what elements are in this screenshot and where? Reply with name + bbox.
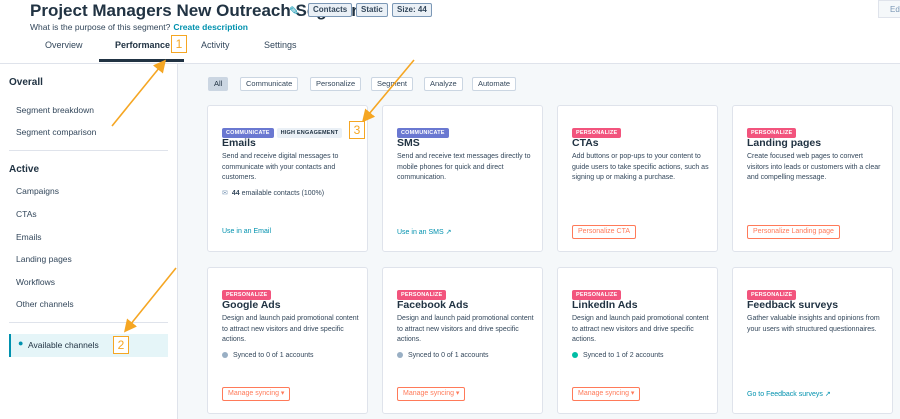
stat-text: emailable contacts (100%)	[241, 190, 325, 197]
manage-syncing-button[interactable]: Manage syncing ▾	[222, 387, 291, 401]
channel-card-sms: COMMUNICATE SMS Send and receive text me…	[382, 105, 543, 252]
card-title: CTAs	[572, 137, 599, 149]
channel-card-facebook-ads: PERSONALIZE Facebook Ads Design and laun…	[382, 267, 543, 414]
channels-panel: All Communicate Personalize Segment Anal…	[178, 64, 900, 419]
sidebar-item-campaigns[interactable]: Campaigns	[16, 186, 59, 196]
location-pin-icon: ●	[18, 338, 24, 348]
card-description: Send and receive digital messages to com…	[222, 153, 339, 181]
use-in-email-link[interactable]: Use in an Email	[222, 228, 271, 235]
card-title: SMS	[397, 137, 420, 149]
channel-card-feedback-surveys: PERSONALIZE Feedback surveys Gather valu…	[732, 267, 893, 414]
manage-syncing-button[interactable]: Manage syncing ▾	[572, 387, 641, 401]
callout-1: 1	[171, 35, 187, 53]
filter-automate[interactable]: Automate	[472, 77, 517, 91]
external-link-icon: ↗	[824, 391, 831, 398]
segment-purpose: What is the purpose of this segment? Crea…	[30, 22, 248, 32]
sidebar-divider	[9, 150, 168, 151]
filter-personalize[interactable]: Personalize	[310, 77, 362, 91]
channel-card-emails: COMMUNICATE HIGH ENGAGEMENT Emails Send a…	[207, 105, 368, 252]
external-link-icon: ↗	[445, 229, 452, 236]
card-description: Design and launch paid promotional conte…	[572, 315, 709, 343]
channel-card-linkedin-ads: PERSONALIZE LinkedIn Ads Design and laun…	[557, 267, 718, 414]
callout-3: 3	[349, 121, 365, 139]
purpose-question: What is the purpose of this segment?	[30, 22, 171, 32]
card-description: Gather valuable insights and opinions fr…	[747, 315, 880, 333]
sync-status-dot	[572, 352, 578, 358]
tab-settings[interactable]: Settings	[264, 40, 297, 50]
tab-overview[interactable]: Overview	[45, 40, 83, 50]
manage-syncing-button[interactable]: Manage syncing ▾	[397, 387, 466, 401]
go-to-feedback-surveys-link[interactable]: Go to Feedback surveys ↗	[747, 390, 831, 398]
sync-status-text: Synced to 0 of 1 accounts	[233, 352, 314, 359]
sidebar-item-other-channels[interactable]: Other channels	[16, 299, 74, 309]
card-description: Design and launch paid promotional conte…	[222, 315, 359, 343]
segment-header: Project Managers New Outreach Segment ✎ …	[0, 0, 900, 64]
tag-contacts: Contacts	[308, 3, 353, 17]
use-in-sms-link[interactable]: Use in an SMS ↗	[397, 228, 452, 236]
card-title: Emails	[222, 137, 256, 149]
tab-performance[interactable]: Performance	[115, 40, 170, 50]
sidebar-item-label: Available channels	[28, 340, 99, 350]
tab-activity[interactable]: Activity	[201, 40, 230, 50]
sidebar-item-workflows[interactable]: Workflows	[16, 277, 55, 287]
pencil-edit-icon[interactable]: ✎	[289, 4, 299, 18]
card-title: Google Ads	[222, 299, 281, 311]
emailable-contacts-stat: ✉ 44 emailable contacts (100%)	[222, 189, 324, 197]
sidebar-item-ctas[interactable]: CTAs	[16, 209, 37, 219]
tab-bar: Overview Performance Activity Settings	[0, 37, 900, 64]
card-description: Add buttons or pop-ups to your content t…	[572, 153, 709, 181]
sync-status-text: Synced to 1 of 2 accounts	[583, 352, 664, 359]
filter-segment[interactable]: Segment	[371, 77, 414, 91]
sync-status: Synced to 1 of 2 accounts	[572, 352, 664, 359]
filter-communicate[interactable]: Communicate	[240, 77, 299, 91]
sidebar-item-segment-breakdown[interactable]: Segment breakdown	[16, 105, 94, 115]
action-label: Use in an SMS	[397, 229, 444, 236]
sync-status-text: Synced to 0 of 1 accounts	[408, 352, 489, 359]
callout-2: 2	[113, 336, 129, 354]
card-title: LinkedIn Ads	[572, 299, 638, 311]
channel-card-google-ads: PERSONALIZE Google Ads Design and launch…	[207, 267, 368, 414]
stat-count: 44	[231, 190, 240, 197]
filter-all[interactable]: All	[208, 77, 229, 91]
filter-analyze[interactable]: Analyze	[424, 77, 463, 91]
edit-button[interactable]: Ed	[878, 0, 900, 18]
create-description-link[interactable]: Create description	[173, 22, 248, 32]
sidebar: Overall Segment breakdown Segment compar…	[0, 64, 178, 419]
personalize-landing-page-button[interactable]: Personalize Landing page	[747, 225, 840, 239]
card-description: Send and receive text messages directly …	[397, 153, 531, 181]
card-description: Create focused web pages to convert visi…	[747, 153, 881, 181]
sidebar-item-landing-pages[interactable]: Landing pages	[16, 254, 72, 264]
sync-status-dot	[222, 352, 228, 358]
sidebar-heading-active: Active	[9, 164, 40, 175]
sync-status-dot	[397, 352, 403, 358]
tag-static: Static	[356, 3, 388, 17]
sidebar-item-available-channels[interactable]: ● Available channels	[9, 334, 168, 357]
action-label: Go to Feedback surveys	[747, 391, 823, 398]
sync-status: Synced to 0 of 1 accounts	[397, 352, 489, 359]
channel-card-ctas: PERSONALIZE CTAs Add buttons or pop-ups …	[557, 105, 718, 252]
card-title: Facebook Ads	[397, 299, 469, 311]
sync-status: Synced to 0 of 1 accounts	[222, 352, 314, 359]
sidebar-item-segment-comparison[interactable]: Segment comparison	[16, 127, 96, 137]
card-description: Design and launch paid promotional conte…	[397, 315, 534, 343]
envelope-icon: ✉	[222, 190, 228, 197]
sidebar-item-emails[interactable]: Emails	[16, 232, 42, 242]
sidebar-heading-overall: Overall	[9, 77, 43, 88]
channel-card-landing-pages: PERSONALIZE Landing pages Create focused…	[732, 105, 893, 252]
sidebar-divider	[9, 322, 168, 323]
card-title: Feedback surveys	[747, 299, 839, 311]
personalize-cta-button[interactable]: Personalize CTA	[572, 225, 637, 239]
active-tab-indicator	[99, 59, 184, 62]
card-title: Landing pages	[747, 137, 822, 149]
badge-high-engagement: HIGH ENGAGEMENT	[276, 128, 343, 138]
tag-size: Size: 44	[392, 3, 432, 17]
